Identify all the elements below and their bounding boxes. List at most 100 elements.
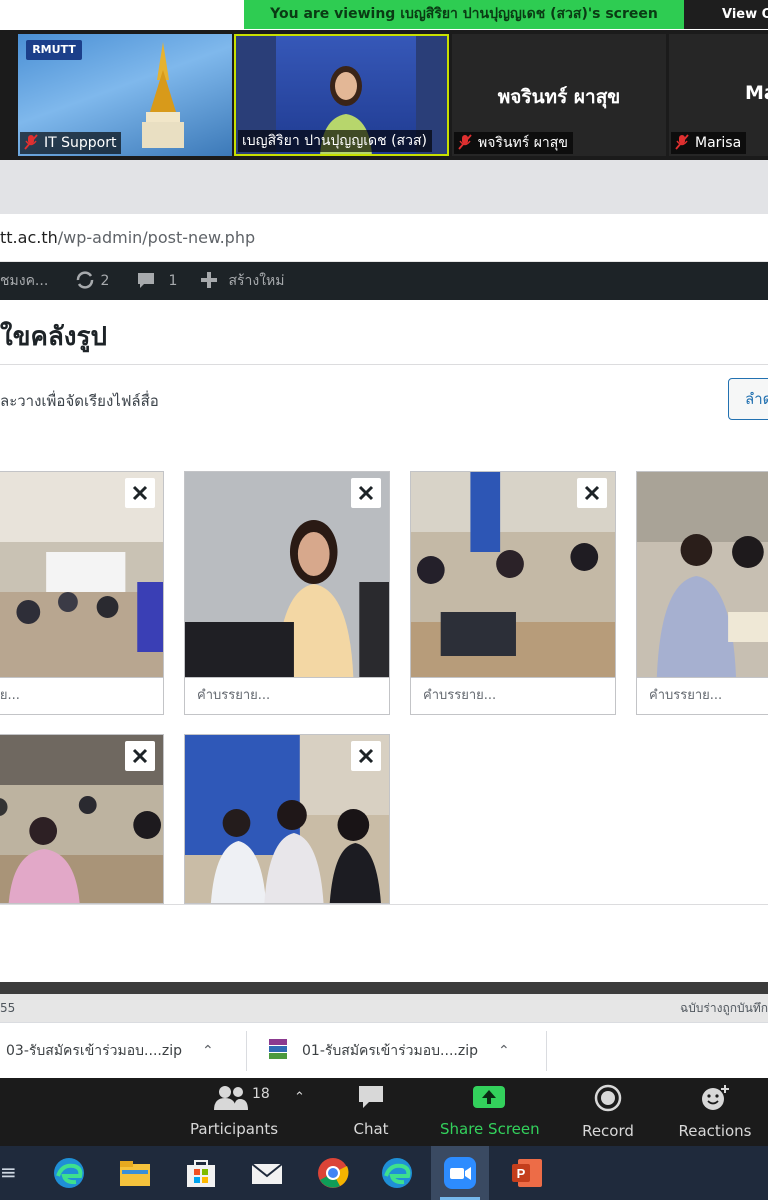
gallery-item[interactable]: คำบรรยาย... (184, 471, 390, 715)
wp-admin-bar: ชมงค... 2 1 สร้างใหม่ (0, 262, 768, 300)
svg-text:P: P (517, 1166, 526, 1181)
participants-count: 18 (252, 1086, 270, 1102)
record-label: Record (582, 1122, 634, 1140)
url-path: /wp-admin/post-new.php (57, 228, 256, 247)
browser-tab-strip (0, 160, 768, 214)
divider (546, 1031, 547, 1071)
caption-input[interactable]: คำบรรยาย... (185, 677, 389, 714)
microsoft-store-icon[interactable] (184, 1156, 218, 1190)
record-icon (594, 1084, 622, 1112)
download-filename: 01-รับสมัครเข้าร่วมอบ....zip (302, 1043, 478, 1059)
address-bar[interactable]: tt.ac.th/wp-admin/post-new.php (0, 214, 768, 262)
url-text[interactable]: tt.ac.th/wp-admin/post-new.php (0, 228, 255, 247)
zoom-icon[interactable] (443, 1156, 477, 1190)
comments-count: 1 (168, 273, 178, 289)
muted-mic-icon (675, 134, 689, 150)
participant-label: IT Support (20, 132, 122, 154)
viewing-screen-banner: You are viewing เบญสิริยา ปานปุญญเดช (สว… (244, 0, 684, 29)
download-filename: 03-รับสมัครเข้าร่วมอบ....zip (6, 1043, 182, 1059)
divider (0, 364, 768, 365)
task-view-icon[interactable]: ≡ (0, 1160, 17, 1184)
draft-status: ฉบับร่างถูกบันทึก (680, 1001, 768, 1015)
gallery-item[interactable] (0, 734, 164, 904)
editor-status-strip (0, 982, 768, 994)
winrar-icon (269, 1039, 287, 1059)
participant-tile[interactable]: พจรินทร์ ผาสุข พจรินทร์ ผาสุข (452, 34, 666, 156)
chat-icon (359, 1086, 383, 1108)
remove-image-button[interactable] (125, 478, 155, 508)
participant-name: Marisa (695, 135, 742, 151)
caption-input[interactable]: คำบรรยาย... (411, 677, 615, 714)
windows-taskbar: ≡ P (0, 1146, 768, 1200)
gallery-item[interactable]: รรยาย... (0, 471, 164, 715)
divider (0, 904, 768, 905)
remove-image-button[interactable] (351, 741, 381, 771)
gallery-item[interactable]: คำบรรยาย... (636, 471, 768, 715)
word-count: 55 (0, 1001, 16, 1015)
remove-image-button[interactable] (125, 741, 155, 771)
edge-icon[interactable] (380, 1156, 414, 1190)
chat-button[interactable]: Chat (350, 1084, 392, 1138)
edge-icon[interactable] (52, 1156, 86, 1190)
url-host: tt.ac.th (0, 228, 58, 247)
reactions-button[interactable]: Reactions (678, 1084, 752, 1140)
comment-icon (138, 273, 154, 288)
participant-display-name: Ma (745, 82, 768, 104)
remove-image-button[interactable] (351, 478, 381, 508)
download-item[interactable]: 01-รับสมัครเข้าร่วมอบ....zip ⌃ (268, 1037, 510, 1065)
participant-label: พจรินทร์ ผาสุข (454, 132, 573, 154)
participants-icon (214, 1086, 248, 1110)
participant-strip: RMUTT IT Support เบญสิริยา ปานปุญญเดช (ส… (0, 30, 768, 160)
caption-input[interactable]: รรยาย... (0, 677, 163, 714)
gallery-item[interactable] (184, 734, 390, 904)
file-explorer-icon[interactable] (118, 1156, 152, 1190)
smiley-icon (702, 1085, 729, 1110)
participant-name: พจรินทร์ ผาสุข (478, 135, 568, 151)
plus-icon (201, 272, 217, 288)
site-name-link[interactable]: ชมงค... (0, 262, 48, 300)
caption-input[interactable]: คำบรรยาย... (637, 677, 768, 714)
zoom-toolbar: Participants 18 ⌃ Chat Share Screen Reco… (0, 1078, 768, 1146)
editor-footer: 55 ฉบับร่างถูกบันทึก (0, 994, 768, 1022)
divider (246, 1031, 247, 1071)
participant-display-name: พจรินทร์ ผาสุข (497, 86, 621, 108)
chrome-icon[interactable] (316, 1156, 350, 1190)
temple-image (142, 42, 184, 148)
reverse-order-button[interactable]: ลำด (728, 378, 768, 420)
muted-mic-icon (24, 134, 38, 150)
updates-link[interactable]: 2 (74, 262, 109, 300)
participant-label: เบญสิริยา ปานปุญญเดช (สวส) (238, 130, 432, 152)
download-bar: 03-รับสมัครเข้าร่วมอบ....zip ⌃ 01-รับสมัค… (0, 1022, 768, 1078)
zoom-banner: You are viewing เบญสิริยา ปานปุญญเดช (สว… (0, 0, 768, 30)
powerpoint-icon[interactable]: P (510, 1156, 544, 1190)
share-screen-button[interactable]: Share Screen (440, 1084, 540, 1138)
participant-tile-active-speaker[interactable]: เบญสิริยา ปานปุญญเดช (สวส) (234, 34, 449, 156)
close-icon (584, 485, 600, 501)
comments-link[interactable]: 1 (136, 262, 177, 300)
gallery-item[interactable]: คำบรรยาย... (410, 471, 616, 715)
new-label: สร้างใหม่ (228, 273, 285, 289)
chevron-up-icon[interactable]: ⌃ (294, 1090, 305, 1105)
share-screen-icon (473, 1086, 505, 1108)
logo: RMUTT (26, 40, 82, 60)
close-icon (132, 485, 148, 501)
modal-title: ใขคลังรูป (0, 322, 107, 352)
chevron-up-icon[interactable]: ⌃ (498, 1037, 510, 1065)
drag-instruction: ละวางเพื่อจัดเรียงไฟล์สื่อ (0, 392, 159, 410)
refresh-icon (76, 271, 94, 289)
download-item[interactable]: 03-รับสมัครเข้าร่วมอบ....zip ⌃ (6, 1037, 214, 1065)
mail-icon[interactable] (250, 1156, 284, 1190)
participant-name: เบญสิริยา ปานปุญญเดช (สวส) (242, 133, 427, 149)
updates-count: 2 (100, 273, 110, 289)
muted-mic-icon (458, 134, 472, 150)
participant-tile[interactable]: Ma Marisa (669, 34, 768, 156)
screen: { "zoom": { "banner_text": "You are view… (0, 0, 768, 1200)
participant-tile-it-support[interactable]: RMUTT IT Support (18, 34, 232, 156)
new-content-link[interactable]: สร้างใหม่ (200, 262, 285, 300)
chat-label: Chat (353, 1120, 389, 1138)
remove-image-button[interactable] (577, 478, 607, 508)
close-icon (358, 485, 374, 501)
view-options-button[interactable]: View O (684, 0, 768, 29)
record-button[interactable]: Record (580, 1084, 636, 1140)
chevron-up-icon[interactable]: ⌃ (202, 1037, 214, 1065)
